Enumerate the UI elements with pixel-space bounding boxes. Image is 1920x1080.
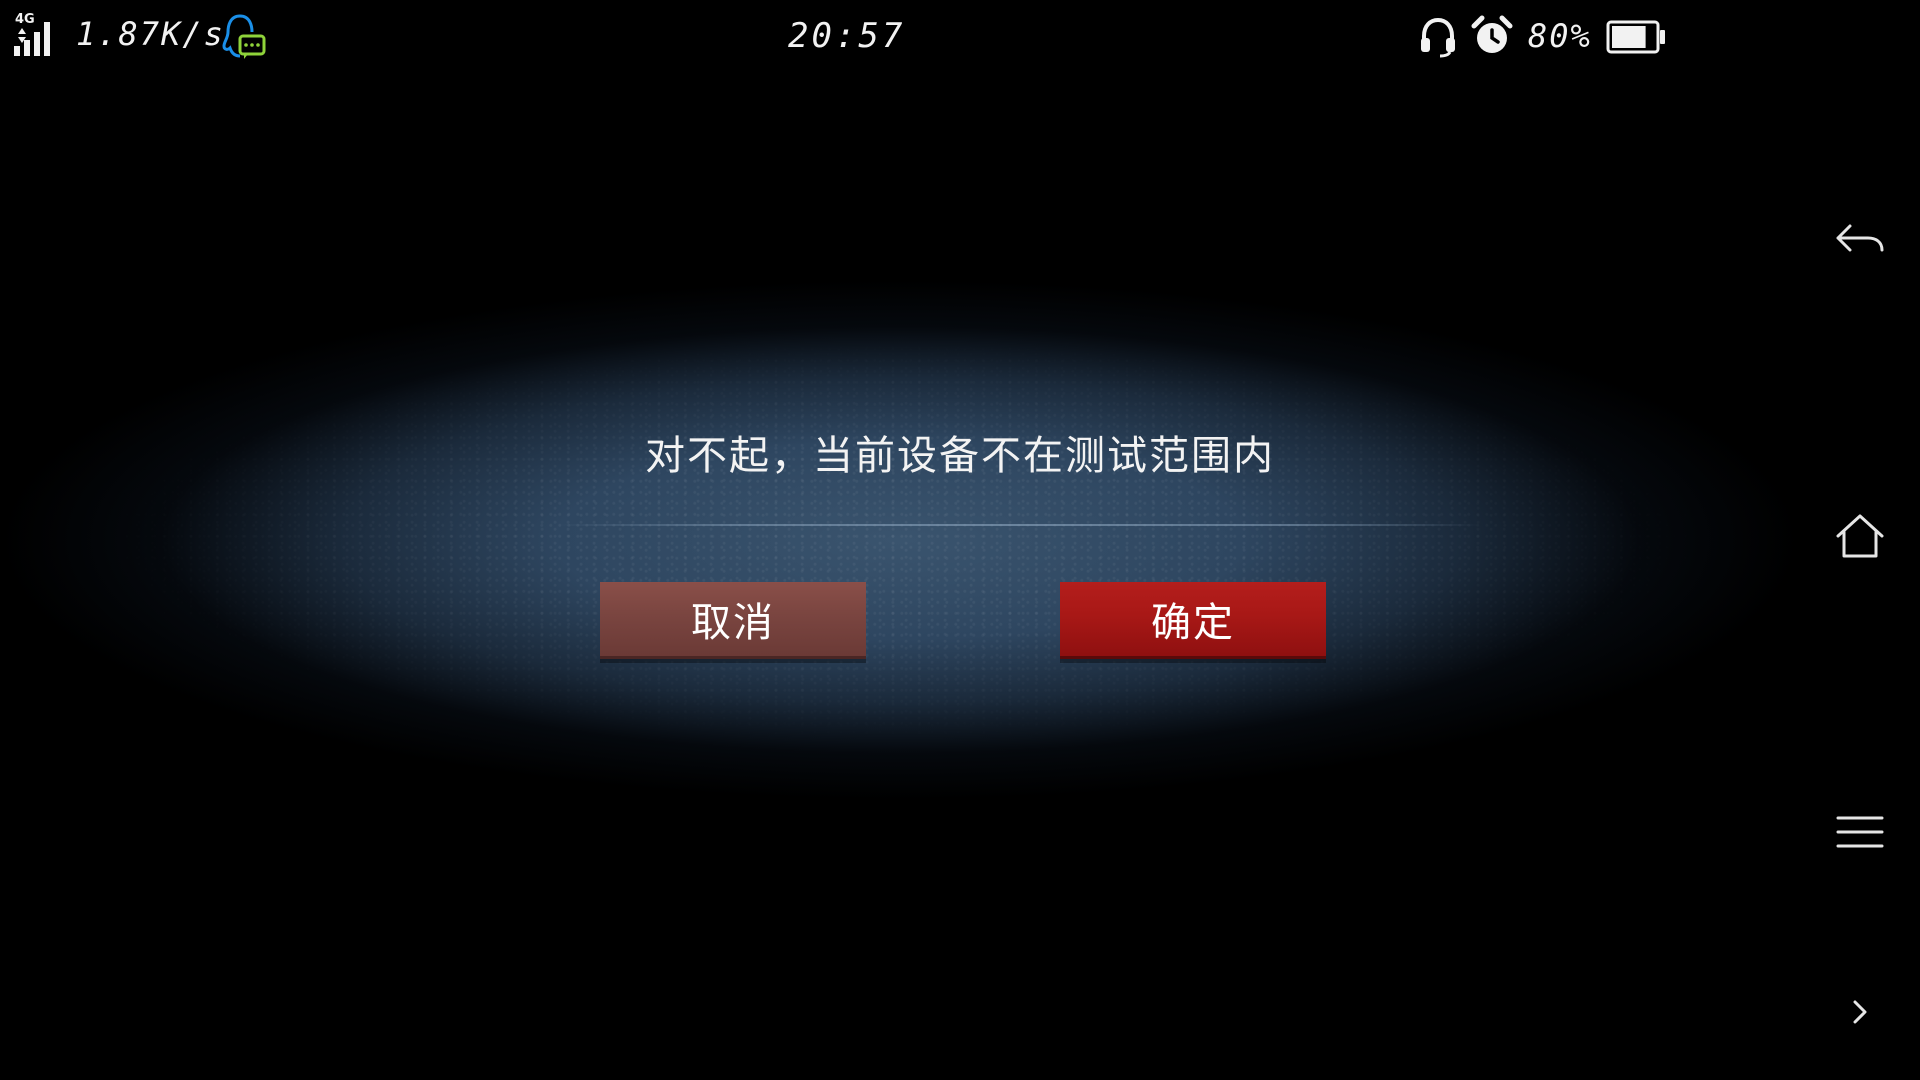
back-button[interactable]	[1810, 200, 1910, 280]
confirm-button[interactable]: 确定	[1060, 582, 1326, 659]
home-icon	[1836, 514, 1884, 558]
expand-button[interactable]	[1810, 972, 1910, 1052]
battery-icon	[1606, 20, 1665, 54]
back-icon	[1836, 224, 1884, 252]
dialog-message: 对不起，当前设备不在测试范围内	[645, 433, 1275, 479]
clock: 20:57	[788, 16, 906, 56]
dialog-divider	[560, 524, 1480, 526]
menu-button[interactable]	[1810, 792, 1910, 872]
menu-icon	[1836, 816, 1884, 848]
network-type: 4G	[15, 12, 35, 27]
navigation-bar	[1800, 0, 1920, 1080]
chevron-right-icon	[1853, 1000, 1867, 1024]
status-bar: 4G 1.87K/s 20:57 80%	[0, 0, 1690, 74]
battery-percent: 80%	[1528, 17, 1592, 55]
screen: 4G 1.87K/s 20:57 80% 对不起，当前设备不在测试范围内 取消 …	[0, 0, 1920, 1080]
home-button[interactable]	[1810, 496, 1910, 576]
headset-icon	[1421, 17, 1455, 58]
alarm-icon	[1471, 15, 1513, 53]
qq-notification-icon	[222, 14, 266, 59]
error-dialog: 对不起，当前设备不在测试范围内 取消 确定	[0, 280, 1800, 800]
network-speed: 1.87K/s	[76, 15, 225, 53]
cancel-button[interactable]: 取消	[600, 582, 866, 659]
